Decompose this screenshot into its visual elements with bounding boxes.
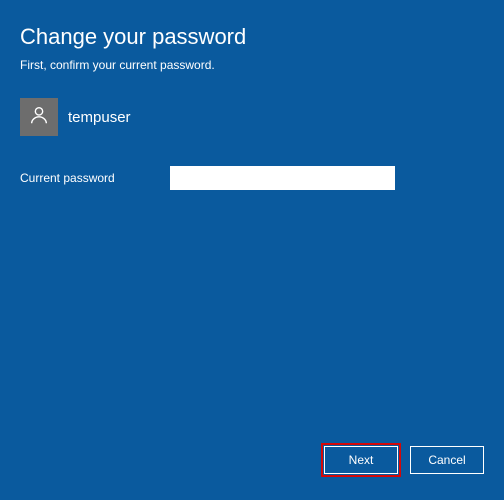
next-button[interactable]: Next [324,446,398,474]
change-password-dialog: Change your password First, confirm your… [0,0,504,190]
current-password-row: Current password [20,166,484,190]
current-password-input[interactable] [170,166,395,190]
current-password-label: Current password [20,171,150,185]
username-label: tempuser [68,109,131,126]
cancel-button[interactable]: Cancel [410,446,484,474]
page-subtitle: First, confirm your current password. [20,58,484,72]
avatar [20,98,58,136]
user-icon [28,104,50,131]
button-bar: Next Cancel [324,446,484,474]
user-row: tempuser [20,98,484,136]
page-title: Change your password [20,24,484,50]
